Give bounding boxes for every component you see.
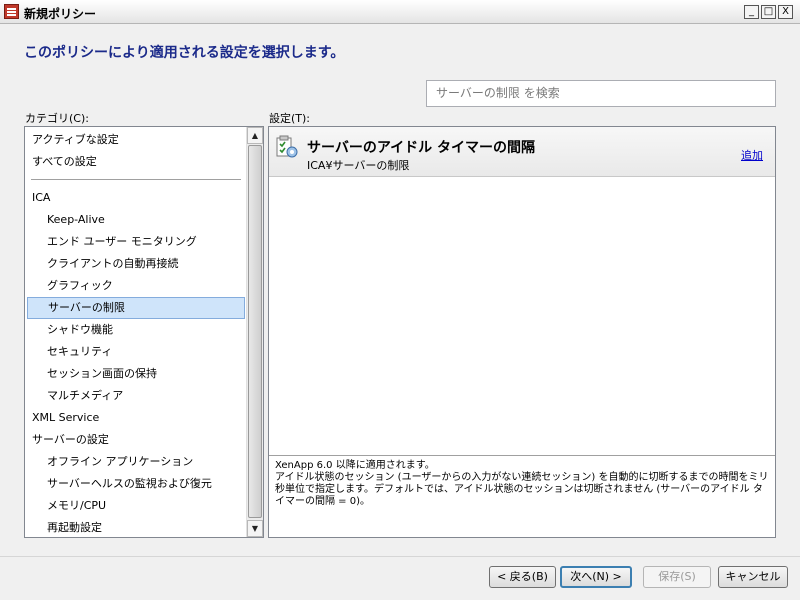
category-keep-alive[interactable]: Keep-Alive — [27, 209, 245, 231]
category-end-user-monitoring[interactable]: エンド ユーザー モニタリング — [27, 231, 245, 253]
cancel-button[interactable]: キャンセル — [718, 566, 788, 588]
category-separator — [31, 179, 241, 180]
category-server-settings[interactable]: サーバーの設定 — [27, 429, 245, 451]
back-button[interactable]: < 戻る(B) — [489, 566, 556, 588]
title-bar: 新規ポリシー _ □ X — [0, 0, 800, 24]
next-button[interactable]: 次へ(N) > — [560, 566, 632, 588]
setting-path: ICA¥サーバーの制限 — [307, 159, 410, 172]
category-scrollbar[interactable]: ▲ ▼ — [246, 127, 263, 537]
setting-item[interactable]: サーバーのアイドル タイマーの間隔 ICA¥サーバーの制限 追加 — [269, 127, 775, 177]
page-title: このポリシーにより適用される設定を選択します。 — [24, 45, 345, 61]
category-multimedia[interactable]: マルチメディア — [27, 385, 245, 407]
save-button[interactable]: 保存(S) — [643, 566, 711, 588]
category-graphics[interactable]: グラフィック — [27, 275, 245, 297]
category-memory-cpu[interactable]: メモリ/CPU — [27, 495, 245, 517]
scroll-down-button[interactable]: ▼ — [247, 520, 263, 537]
category-client-auto-reconnect[interactable]: クライアントの自動再接続 — [27, 253, 245, 275]
close-button[interactable]: X — [778, 5, 793, 19]
categories-label: カテゴリ(C): — [25, 112, 89, 125]
scroll-thumb[interactable] — [248, 145, 262, 518]
description-line-applies: XenApp 6.0 以降に適用されます。 — [275, 460, 435, 471]
description-line-details: アイドル状態のセッション (ユーザーからの入力がない連続セッション) を自動的に… — [275, 472, 769, 507]
category-active-settings[interactable]: アクティブな設定 — [27, 129, 245, 151]
footer-divider — [0, 556, 800, 557]
app-icon — [4, 4, 19, 19]
category-health-monitoring[interactable]: サーバーヘルスの監視および復元 — [27, 473, 245, 495]
category-offline-applications[interactable]: オフライン アプリケーション — [27, 451, 245, 473]
category-ica[interactable]: ICA — [27, 187, 245, 209]
scroll-up-button[interactable]: ▲ — [247, 127, 263, 144]
category-xml-service[interactable]: XML Service — [27, 407, 245, 429]
settings-panel: サーバーのアイドル タイマーの間隔 ICA¥サーバーの制限 追加 XenApp … — [268, 126, 776, 538]
settings-label: 設定(T): — [269, 112, 311, 125]
maximize-button[interactable]: □ — [761, 5, 776, 19]
category-reboot-settings[interactable]: 再起動設定 — [27, 517, 245, 537]
category-list[interactable]: アクティブな設定 すべての設定 ICA Keep-Alive エンド ユーザー … — [24, 126, 264, 538]
category-all-settings[interactable]: すべての設定 — [27, 151, 245, 173]
category-shadowing[interactable]: シャドウ機能 — [27, 319, 245, 341]
setting-description: XenApp 6.0 以降に適用されます。 アイドル状態のセッション (ユーザー… — [269, 455, 775, 537]
setting-policy-icon — [276, 135, 298, 158]
add-setting-link[interactable]: 追加 — [741, 147, 763, 163]
category-session-reliability[interactable]: セッション画面の保持 — [27, 363, 245, 385]
category-security[interactable]: セキュリティ — [27, 341, 245, 363]
setting-title: サーバーのアイドル タイマーの間隔 — [307, 140, 536, 156]
minimize-button[interactable]: _ — [744, 5, 759, 19]
search-input[interactable]: サーバーの制限 を検索 — [426, 80, 776, 107]
category-server-limits[interactable]: サーバーの制限 — [27, 297, 245, 319]
window-title: 新規ポリシー — [24, 7, 97, 21]
